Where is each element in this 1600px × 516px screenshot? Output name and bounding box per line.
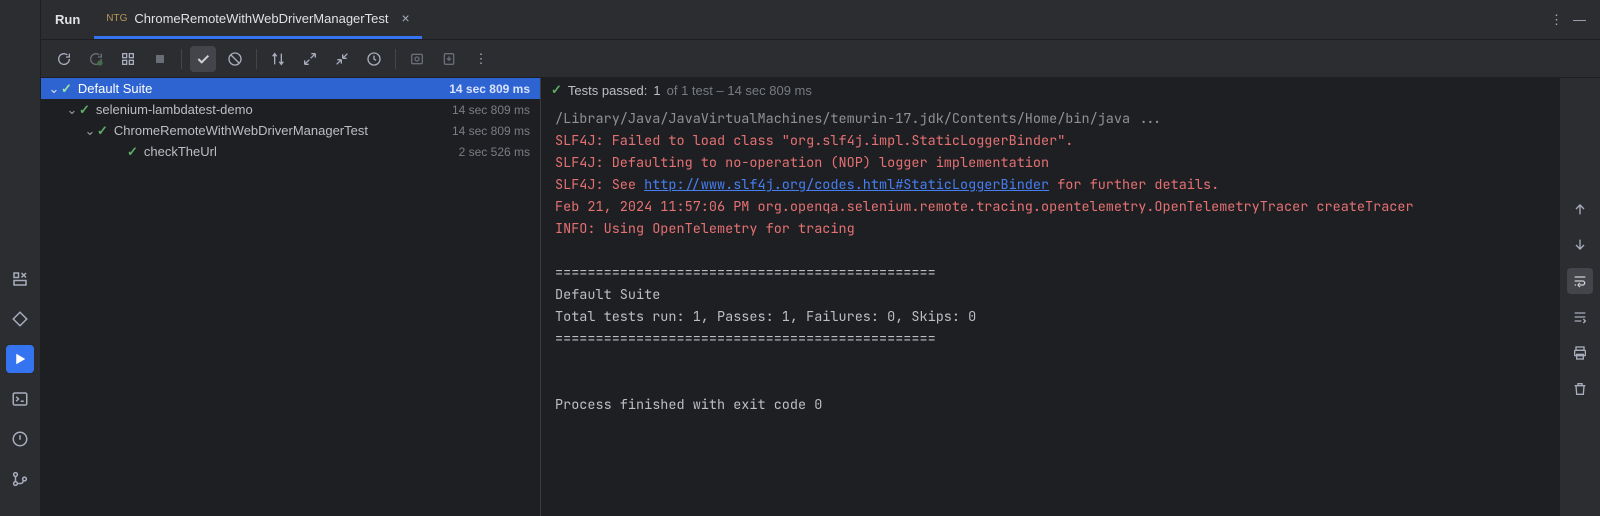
toggle-auto-test-icon[interactable] [115, 46, 141, 72]
chevron-down-icon[interactable]: ⌄ [65, 102, 79, 118]
console-line: ========================================… [555, 330, 936, 348]
export-tests-icon[interactable] [436, 46, 462, 72]
run-tool-icon[interactable] [6, 345, 34, 373]
file-tab-label: ChromeRemoteWithWebDriverManagerTest [134, 11, 388, 26]
right-gutter [1560, 78, 1600, 516]
run-tab-label: Run [55, 12, 80, 27]
minimize-icon[interactable]: — [1573, 12, 1586, 27]
tests-passed-label: Tests passed: [568, 83, 648, 98]
soft-wrap-icon[interactable] [1567, 268, 1593, 294]
close-icon[interactable]: × [401, 10, 409, 26]
test-tree[interactable]: ⌄ ✓ Default Suite 14 sec 809 ms ⌄ ✓ sele… [41, 78, 541, 516]
console-line: SLF4J: Failed to load class "org.slf4j.i… [555, 132, 1073, 150]
collapse-all-icon[interactable] [329, 46, 355, 72]
file-tab[interactable]: NTG ChromeRemoteWithWebDriverManagerTest… [94, 0, 421, 39]
console-line: Default Suite [555, 286, 660, 304]
chevron-down-icon[interactable]: ⌄ [83, 123, 97, 139]
console-line: Process finished with exit code 0 [555, 396, 822, 414]
rerun-icon[interactable] [51, 46, 77, 72]
main-column: Run NTG ChromeRemoteWithWebDriverManager… [40, 0, 1600, 516]
tab-bar: Run NTG ChromeRemoteWithWebDriverManager… [41, 0, 1600, 40]
passed-check-icon: ✓ [127, 144, 138, 160]
console-line: SLF4J: Defaulting to no-operation (NOP) … [555, 154, 1049, 172]
tree-time: 2 sec 526 ms [459, 145, 530, 159]
problems-icon[interactable] [6, 425, 34, 453]
passed-check-icon: ✓ [79, 102, 90, 118]
more-icon[interactable]: ⋮ [1550, 12, 1563, 28]
tests-summary-rest: of 1 test – 14 sec 809 ms [667, 83, 812, 98]
console-line: for further details. [1049, 176, 1219, 194]
toolbar-more-icon[interactable]: ⋮ [468, 46, 494, 72]
show-passed-icon[interactable] [190, 46, 216, 72]
tree-label: ChromeRemoteWithWebDriverManagerTest [114, 123, 452, 138]
console-output[interactable]: /Library/Java/JavaVirtualMachines/temuri… [541, 102, 1560, 516]
tree-label: checkTheUrl [144, 144, 459, 159]
test-toolbar: ⋮ [41, 40, 1600, 78]
print-icon[interactable] [1567, 340, 1593, 366]
stop-icon[interactable] [147, 46, 173, 72]
sort-icon[interactable] [265, 46, 291, 72]
tree-class-row[interactable]: ⌄ ✓ ChromeRemoteWithWebDriverManagerTest… [41, 120, 540, 141]
console-line: Feb 21, 2024 11:57:06 PM org.openqa.sele… [555, 198, 1414, 216]
passed-check-icon: ✓ [97, 123, 108, 139]
run-tab[interactable]: Run [41, 0, 94, 39]
console-line: SLF4J: See [555, 176, 644, 194]
services-icon[interactable] [6, 305, 34, 333]
tree-label: selenium-lambdatest-demo [96, 102, 452, 117]
tree-label: Default Suite [78, 81, 449, 96]
slf4j-link[interactable]: http://www.slf4j.org/codes.html#StaticLo… [644, 176, 1049, 194]
history-icon[interactable] [361, 46, 387, 72]
console-line: /Library/Java/JavaVirtualMachines/temuri… [555, 110, 1163, 128]
tree-method-row[interactable]: ⌄ ✓ checkTheUrl 2 sec 526 ms [41, 141, 540, 162]
scroll-up-icon[interactable] [1567, 196, 1593, 222]
tree-time: 14 sec 809 ms [452, 124, 530, 138]
terminal-icon[interactable] [6, 385, 34, 413]
passed-check-icon: ✓ [551, 82, 562, 98]
console-line: INFO: Using OpenTelemetry for tracing [555, 220, 855, 238]
vcs-icon[interactable] [6, 465, 34, 493]
scroll-to-end-icon[interactable] [1567, 304, 1593, 330]
testng-icon: NTG [106, 13, 127, 24]
tests-passed-count: 1 [653, 83, 660, 98]
scroll-down-icon[interactable] [1567, 232, 1593, 258]
import-tests-icon[interactable] [404, 46, 430, 72]
clear-all-icon[interactable] [1567, 376, 1593, 402]
console-line: Total tests run: 1, Passes: 1, Failures:… [555, 308, 976, 326]
build-icon[interactable] [6, 265, 34, 293]
passed-check-icon: ✓ [61, 81, 72, 97]
show-ignored-icon[interactable] [222, 46, 248, 72]
tree-project-row[interactable]: ⌄ ✓ selenium-lambdatest-demo 14 sec 809 … [41, 99, 540, 120]
console-panel: ✓ Tests passed: 1 of 1 test – 14 sec 809… [541, 78, 1560, 516]
rerun-failed-icon[interactable] [83, 46, 109, 72]
tree-time: 14 sec 809 ms [452, 103, 530, 117]
body-content: ⌄ ✓ Default Suite 14 sec 809 ms ⌄ ✓ sele… [41, 78, 1600, 516]
console-line: ========================================… [555, 264, 936, 282]
left-tool-rail [0, 0, 40, 516]
tree-time: 14 sec 809 ms [449, 82, 530, 96]
chevron-down-icon[interactable]: ⌄ [47, 81, 61, 97]
console-status-header: ✓ Tests passed: 1 of 1 test – 14 sec 809… [541, 78, 1560, 102]
expand-all-icon[interactable] [297, 46, 323, 72]
tree-root-row[interactable]: ⌄ ✓ Default Suite 14 sec 809 ms [41, 78, 540, 99]
